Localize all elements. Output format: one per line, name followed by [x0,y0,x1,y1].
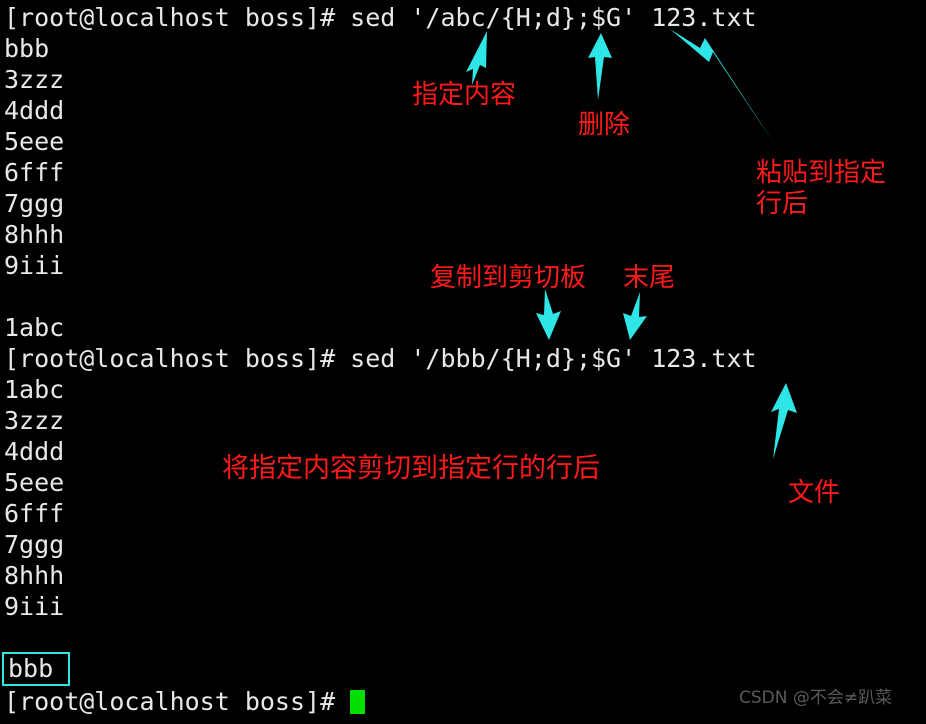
terminal-line: 7ggg [4,189,65,218]
terminal-line: 6fff [4,158,65,187]
highlighted-output-text: bbb [8,654,54,683]
cursor-block [350,690,366,714]
terminal-line: 1abc [4,313,65,342]
watermark: CSDN @不会≠趴菜 [739,688,893,708]
terminal-line: 5eee [4,127,65,156]
terminal-line-command-1: [root@localhost boss]# sed '/abc/{H;d};$… [4,3,757,32]
terminal-output[interactable]: [root@localhost boss]# sed '/abc/{H;d};$… [0,0,926,724]
terminal-line: 8hhh [4,220,65,249]
terminal-line: 9iii [4,592,65,621]
terminal-line-command-2: [root@localhost boss]# sed '/bbb/{H;d};$… [4,344,757,373]
terminal-line: 3zzz [4,65,65,94]
terminal-line: 9iii [4,251,65,280]
terminal-line: 7ggg [4,530,65,559]
shell-prompt: [root@localhost boss]# [4,687,351,716]
terminal-prompt-line: [root@localhost boss]# [4,686,366,717]
terminal-line: 1abc [4,375,65,404]
terminal-screenshot: [root@localhost boss]# sed '/abc/{H;d};$… [0,0,926,724]
terminal-line: 3zzz [4,406,65,435]
terminal-line: 6fff [4,499,65,528]
terminal-line: 4ddd [4,437,65,466]
highlighted-output-box: bbb [2,652,70,686]
terminal-line: 4ddd [4,96,65,125]
terminal-line: bbb [4,34,50,63]
terminal-line: 5eee [4,468,65,497]
terminal-line: 8hhh [4,561,65,590]
